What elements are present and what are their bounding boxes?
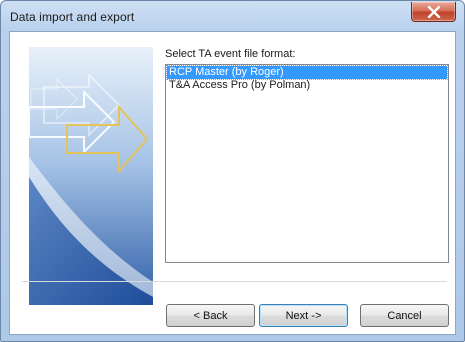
arrows-banner-graphic: [29, 47, 153, 305]
dialog-window: Data import and export Select TA event f…: [0, 0, 465, 342]
next-button[interactable]: Next ->: [259, 304, 348, 327]
format-prompt-label: Select TA event file format:: [165, 48, 296, 60]
window-title: Data import and export: [10, 10, 135, 24]
wizard-banner-image: [29, 47, 153, 305]
list-item-ta-access-pro[interactable]: T&A Access Pro (by Polman): [167, 79, 447, 92]
title-bar[interactable]: Data import and export: [1, 1, 464, 32]
cancel-button[interactable]: Cancel: [360, 304, 449, 327]
format-listbox[interactable]: RCP Master (by Roger) T&A Access Pro (by…: [165, 64, 449, 263]
close-icon: [427, 6, 441, 18]
wizard-page: Select TA event file format: RCP Master …: [9, 31, 456, 335]
list-item-rcp-master[interactable]: RCP Master (by Roger): [166, 65, 448, 80]
button-divider: [22, 281, 447, 282]
back-button[interactable]: < Back: [166, 304, 255, 327]
close-button[interactable]: [411, 2, 456, 22]
